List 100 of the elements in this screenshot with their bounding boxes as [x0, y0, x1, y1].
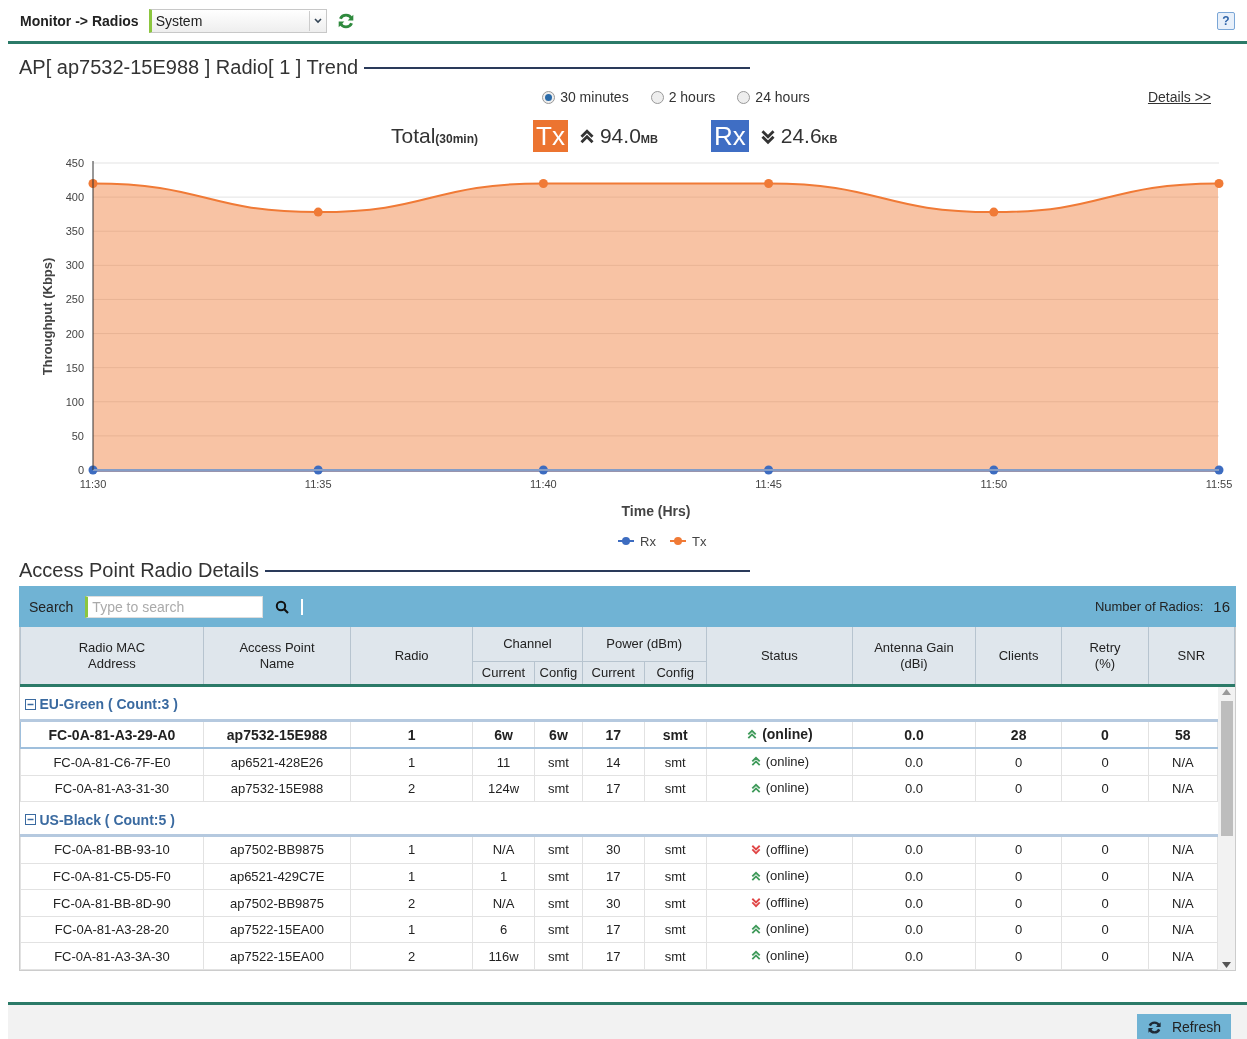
group-name[interactable]: US-Black ( Count:5 ): [39, 811, 175, 828]
table-cell: 11: [472, 748, 535, 776]
status-cell: (online): [749, 753, 810, 769]
table-cell: 6w: [534, 720, 583, 749]
double-chevron-up-icon: [749, 922, 762, 935]
y-tick-label: 300: [65, 259, 84, 272]
table-cell: smt: [534, 748, 583, 776]
scrollbar[interactable]: [1218, 687, 1235, 970]
refresh-icon[interactable]: [336, 11, 355, 30]
table-cell: 0.0: [852, 863, 976, 890]
table-cell: smt: [534, 863, 583, 890]
table-cell: FC-0A-81-A3-31-30: [20, 775, 204, 802]
table-cell: 2: [350, 942, 473, 970]
x-tick-label: 11:40: [530, 478, 557, 490]
table-cell: 17: [582, 942, 645, 970]
legend-marker-icon: [669, 537, 687, 545]
table-cell: 0.0: [852, 835, 976, 864]
table-cell: 6: [472, 916, 535, 943]
data-point: [1214, 465, 1224, 475]
table-cell: N/A: [1148, 916, 1218, 943]
column-header: Radio: [350, 627, 473, 686]
table-cell: 1: [350, 720, 473, 749]
table-cell: 6w: [472, 720, 535, 749]
search-icon[interactable]: [275, 599, 290, 614]
table-cell: 0: [1061, 916, 1149, 943]
group-name[interactable]: EU-Green ( Count:3 ): [39, 696, 178, 713]
table-cell: ap6521-429C7E: [203, 863, 351, 890]
table-cell: smt: [644, 720, 707, 749]
search-field[interactable]: Type to search: [85, 595, 264, 618]
help-button[interactable]: ?: [1217, 11, 1235, 30]
scope-dropdown[interactable]: System: [148, 8, 327, 33]
table-cell: 17: [582, 775, 645, 802]
table-cell: 116w: [472, 942, 535, 970]
collapse-icon[interactable]: [24, 814, 36, 826]
data-point: [1214, 178, 1224, 188]
range-option[interactable]: 30 minutes: [542, 89, 629, 105]
y-tick-label: 400: [65, 191, 84, 204]
double-chevron-up-icon: [746, 728, 759, 740]
table-cell: 1: [472, 863, 535, 890]
legend-label[interactable]: Tx: [692, 534, 707, 549]
double-chevron-up-icon: [749, 781, 762, 794]
refresh-icon[interactable]: [1146, 1019, 1162, 1035]
table-cell: smt: [644, 748, 707, 776]
status-cell: (offline): [749, 894, 809, 910]
details-link[interactable]: Details >>: [1147, 89, 1211, 105]
legend-label[interactable]: Rx: [640, 534, 656, 549]
y-tick-label: 250: [65, 293, 84, 306]
column-header: Clients: [975, 627, 1062, 686]
status-cell: (offline): [749, 841, 809, 857]
status-cell: (online): [749, 868, 810, 884]
data-point: [538, 465, 548, 475]
section-title: Access Point Radio Details: [19, 559, 260, 582]
x-tick-label: 11:50: [980, 478, 1008, 490]
table-cell: 1: [350, 835, 473, 864]
y-tick-label: 350: [65, 225, 84, 238]
legend-marker-icon: [617, 537, 635, 545]
table-cell: FC-0A-81-BB-93-10: [20, 835, 204, 864]
column-header: Retry (%): [1061, 627, 1149, 686]
table-cell: smt: [534, 889, 583, 917]
data-point: [764, 465, 774, 475]
data-point: [989, 465, 999, 475]
table-cell: 0: [1061, 748, 1149, 776]
table-cell: ap7522-15EA00: [203, 942, 351, 970]
data-point: [88, 178, 98, 188]
traffic-total: 94.0MB: [599, 124, 658, 148]
table-cell: 0.0: [852, 720, 976, 749]
radio-button[interactable]: [650, 90, 664, 104]
radio-button[interactable]: [737, 90, 751, 104]
range-option[interactable]: 24 hours: [737, 89, 810, 105]
table-cell: 17: [582, 863, 645, 890]
range-option[interactable]: 2 hours: [650, 89, 716, 105]
column-header: Radio MAC Address: [20, 627, 204, 686]
table-cell: 0: [975, 835, 1062, 864]
table-cell: 0: [1061, 942, 1149, 970]
table-cell: 17: [582, 720, 645, 749]
x-tick-label: 11:30: [79, 478, 107, 490]
collapse-icon[interactable]: [24, 698, 36, 710]
double-chevron-up-icon: [749, 949, 762, 962]
table-cell: smt: [644, 942, 707, 970]
table-cell: FC-0A-81-C6-7F-E0: [20, 748, 204, 776]
table-cell: 0: [1061, 863, 1149, 890]
status-cell: (online): [749, 780, 810, 796]
table-cell: smt: [534, 916, 583, 943]
table-cell: 0: [975, 916, 1062, 943]
scroll-up-icon[interactable]: [1222, 689, 1231, 695]
data-point: [88, 465, 98, 475]
radio-button[interactable]: [542, 90, 556, 104]
status-cell: (online): [746, 726, 813, 742]
table-cell: N/A: [472, 835, 535, 864]
x-tick-label: 11:45: [755, 478, 782, 490]
table-cell: ap7522-15EA00: [203, 916, 351, 943]
traffic-total: 24.6KB: [780, 124, 838, 148]
table-cell: 0: [1061, 889, 1149, 917]
table-cell: N/A: [472, 889, 535, 917]
status-cell: (online): [749, 921, 810, 937]
table-cell: 0: [1061, 775, 1149, 802]
refresh-button[interactable]: Refresh: [1136, 1014, 1231, 1039]
y-tick-label: 100: [65, 395, 84, 408]
table-cell: N/A: [1148, 942, 1218, 970]
scroll-down-icon[interactable]: [1222, 962, 1231, 968]
